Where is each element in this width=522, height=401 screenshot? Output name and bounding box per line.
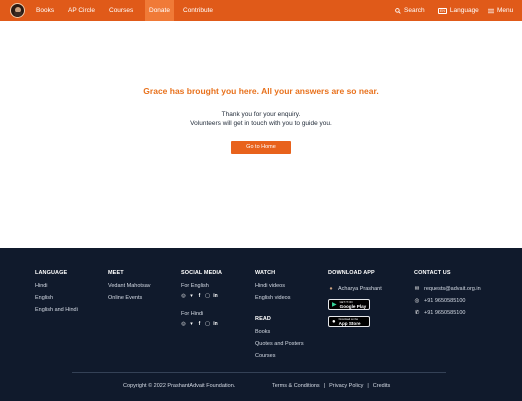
contact-phone-row[interactable]: ✆ +91 9650585100: [414, 307, 481, 319]
legal-links: Terms & Conditions | Privacy Policy | Cr…: [272, 383, 390, 389]
google-play-icon: ▶: [332, 301, 337, 308]
footer-link-english[interactable]: English: [35, 295, 78, 307]
terms-link[interactable]: Terms & Conditions: [272, 383, 320, 389]
footer-contact-column: CONTACT US ✉ requests@advait.org.in ◎ +9…: [414, 270, 481, 319]
footer-watch-heading: WATCH: [255, 270, 276, 276]
footer-contact-heading: CONTACT US: [414, 270, 451, 276]
contact-phone: +91 9650585100: [424, 309, 466, 316]
menu-button[interactable]: Menu: [488, 0, 513, 21]
language-button[interactable]: EN Language: [438, 0, 479, 21]
whatsapp-icon: ◎: [414, 297, 420, 304]
top-navbar: Books AP Circle Courses Donate Contribut…: [0, 0, 522, 21]
nav-ap-circle[interactable]: AP Circle: [68, 0, 95, 21]
twitter-icon[interactable]: ▾: [189, 294, 194, 299]
menu-label: Menu: [497, 7, 514, 14]
app-avatar-icon: ●: [329, 285, 333, 292]
credits-link[interactable]: Credits: [373, 383, 390, 389]
whatsapp-icon[interactable]: ◎: [181, 322, 186, 327]
footer-link-hindi-videos[interactable]: Hindi videos: [255, 283, 304, 295]
footer: LANGUAGE Hindi English English and Hindi…: [0, 248, 522, 401]
copyright-text: Copyright © 2022 PrashantAdvait Foundati…: [123, 383, 236, 389]
footer-link-books[interactable]: Books: [255, 329, 304, 341]
logo-beard: [14, 12, 22, 17]
whatsapp-icon[interactable]: ◎: [181, 294, 186, 299]
footer-read-heading: READ: [255, 316, 271, 322]
footer-link-quotes-posters[interactable]: Quotes and Posters: [255, 341, 304, 353]
nav-donate[interactable]: Donate: [145, 0, 174, 21]
for-english-label: For English: [181, 283, 209, 289]
footer-social-heading: SOCIAL MEDIA: [181, 270, 223, 276]
volunteers-text: Volunteers will get in touch with you to…: [190, 120, 332, 127]
site-logo[interactable]: [10, 3, 25, 18]
contact-email: requests@advait.org.in: [424, 285, 481, 292]
mail-icon: ✉: [414, 285, 420, 292]
footer-link-courses[interactable]: Courses: [255, 353, 304, 365]
hindi-social-icons: ◎ ▾ f ▢ in: [181, 320, 222, 329]
contact-email-row[interactable]: ✉ requests@advait.org.in: [414, 283, 481, 295]
search-icon: [395, 7, 401, 14]
nav-contribute[interactable]: Contribute: [183, 0, 213, 21]
google-play-badge[interactable]: ▶ GET IT ON Google Play: [328, 299, 370, 310]
contact-whatsapp-row[interactable]: ◎ +91 9650585100: [414, 295, 481, 307]
footer-divider: [72, 372, 446, 373]
go-to-home-button[interactable]: Go to Home: [231, 141, 291, 154]
google-play-big-text: Google Play: [339, 303, 367, 309]
footer-download-column: DOWNLOAD APP ● Acharya Prashant ▶ GET IT…: [328, 270, 382, 333]
for-hindi-label: For Hindi: [181, 311, 204, 317]
page-headline: Grace has brought you here. All your ans…: [143, 86, 379, 96]
footer-link-vedant-mahotsav[interactable]: Vedant Mahotsav: [108, 283, 151, 295]
instagram-icon[interactable]: ▢: [205, 322, 210, 327]
facebook-icon[interactable]: f: [197, 294, 202, 299]
twitter-icon[interactable]: ▾: [189, 322, 194, 327]
instagram-icon[interactable]: ▢: [205, 294, 210, 299]
app-store-big-text: App Store: [338, 320, 361, 326]
footer-watch-column: WATCH Hindi videos English videos READ B…: [255, 270, 304, 365]
app-name: Acharya Prashant: [338, 285, 382, 292]
nav-courses[interactable]: Courses: [109, 0, 133, 21]
phone-icon: ✆: [414, 309, 420, 316]
footer-link-english-videos[interactable]: English videos: [255, 295, 304, 307]
hamburger-icon: [488, 8, 494, 13]
nav-books[interactable]: Books: [36, 0, 54, 21]
footer-social-column: SOCIAL MEDIA For English ◎ ▾ f ▢ in For …: [181, 270, 222, 339]
footer-link-hindi[interactable]: Hindi: [35, 283, 78, 295]
linkedin-icon[interactable]: in: [213, 294, 218, 299]
linkedin-icon[interactable]: in: [213, 322, 218, 327]
footer-link-online-events[interactable]: Online Events: [108, 295, 151, 307]
footer-meet-column: MEET Vedant Mahotsav Online Events: [108, 270, 151, 307]
language-label: Language: [449, 7, 479, 14]
footer-meet-heading: MEET: [108, 270, 124, 276]
footer-language-column: LANGUAGE Hindi English English and Hindi: [35, 270, 78, 319]
separator: |: [323, 383, 326, 389]
search-button[interactable]: Search: [395, 0, 425, 21]
app-store-badge[interactable]: ● Download on the App Store: [328, 316, 370, 327]
separator: |: [367, 383, 369, 389]
apple-icon: ●: [332, 318, 336, 325]
footer-download-heading: DOWNLOAD APP: [328, 270, 375, 276]
search-label: Search: [404, 7, 425, 14]
app-name-row[interactable]: ● Acharya Prashant: [328, 283, 382, 295]
privacy-link[interactable]: Privacy Policy: [329, 383, 363, 389]
facebook-icon[interactable]: f: [197, 322, 202, 327]
footer-link-english-hindi[interactable]: English and Hindi: [35, 307, 78, 319]
thank-you-text: Thank you for your enquiry.: [221, 111, 301, 118]
english-social-icons: ◎ ▾ f ▢ in: [181, 292, 222, 301]
language-icon: EN: [438, 7, 447, 14]
footer-language-heading: LANGUAGE: [35, 270, 68, 276]
contact-whatsapp: +91 9650585100: [424, 297, 466, 304]
